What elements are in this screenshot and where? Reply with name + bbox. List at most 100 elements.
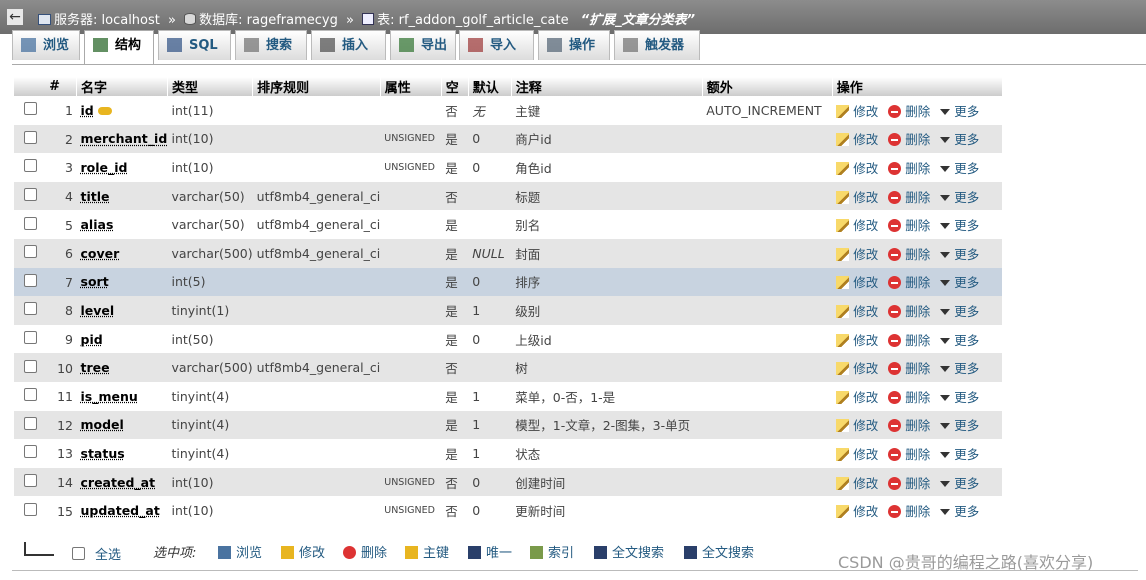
row-checkbox[interactable] [24, 216, 37, 230]
edit-button[interactable]: 修改 [836, 218, 878, 233]
delete-button[interactable]: 删除 [888, 504, 930, 519]
more-button[interactable]: 更多 [940, 161, 979, 176]
delete-button[interactable]: 删除 [888, 361, 930, 376]
table-row[interactable]: 11 is_menu tinyint(4) 是 1 菜单，0-否，1-是 修改 删除 更多 [14, 381, 1003, 411]
tab-import[interactable]: 导入 [459, 30, 534, 60]
edit-button[interactable]: 修改 [836, 104, 878, 119]
bulk-fulltext-button[interactable]: 全文搜索 [594, 542, 664, 561]
row-checkbox[interactable] [24, 445, 37, 459]
row-checkbox[interactable] [24, 359, 37, 373]
field-name[interactable]: role_id [81, 160, 128, 175]
more-button[interactable]: 更多 [940, 218, 979, 233]
field-name[interactable]: cover [81, 246, 120, 261]
table-row[interactable]: 2 merchant_id int(10) UNSIGNED 是 0 商户id 修改 删除 更多 [14, 124, 1003, 154]
select-all[interactable]: 全选 [72, 544, 121, 563]
row-checkbox[interactable] [24, 474, 37, 488]
more-button[interactable]: 更多 [940, 476, 979, 491]
table-row[interactable]: 3 role_id int(10) UNSIGNED 是 0 角色id 修改 删除 更多 [14, 153, 1003, 182]
more-button[interactable]: 更多 [940, 333, 979, 348]
delete-button[interactable]: 删除 [888, 132, 930, 147]
delete-button[interactable]: 删除 [888, 275, 930, 290]
tab-insert[interactable]: 插入 [311, 30, 386, 60]
more-button[interactable]: 更多 [940, 132, 979, 147]
field-name[interactable]: created_at [81, 475, 156, 490]
edit-button[interactable]: 修改 [836, 476, 878, 491]
bulk-unique-button[interactable]: 唯一 [468, 542, 512, 561]
select-all-label[interactable]: 全选 [95, 548, 121, 563]
row-checkbox[interactable] [24, 388, 37, 402]
more-button[interactable]: 更多 [940, 418, 979, 433]
delete-button[interactable]: 删除 [888, 161, 930, 176]
more-button[interactable]: 更多 [940, 275, 979, 290]
field-name[interactable]: tree [81, 360, 110, 375]
row-checkbox[interactable] [24, 159, 37, 173]
tab-export[interactable]: 导出 [390, 30, 456, 60]
edit-button[interactable]: 修改 [836, 447, 878, 462]
tab-structure[interactable]: 结构 [84, 30, 154, 64]
table-row[interactable]: 13 status tinyint(4) 是 1 状态 修改 删除 更多 [14, 439, 1003, 468]
edit-button[interactable]: 修改 [836, 275, 878, 290]
delete-button[interactable]: 删除 [888, 304, 930, 319]
table-row[interactable]: 14 created_at int(10) UNSIGNED 否 0 创建时间 修改 删除 更多 [14, 467, 1003, 497]
more-button[interactable]: 更多 [940, 247, 979, 262]
delete-button[interactable]: 删除 [888, 447, 930, 462]
row-checkbox[interactable] [24, 416, 37, 430]
edit-button[interactable]: 修改 [836, 190, 878, 205]
delete-button[interactable]: 删除 [888, 418, 930, 433]
bulk-key-button[interactable]: 主键 [405, 542, 449, 561]
table-row[interactable]: 7 sort int(5) 是 0 排序 修改 删除 更多 [14, 267, 1003, 297]
more-button[interactable]: 更多 [940, 104, 979, 119]
more-button[interactable]: 更多 [940, 304, 979, 319]
row-checkbox[interactable] [24, 188, 37, 202]
row-checkbox[interactable] [24, 302, 37, 316]
tab-sql[interactable]: SQL [158, 30, 231, 60]
more-button[interactable]: 更多 [940, 190, 979, 205]
breadcrumb-table[interactable]: 表: rf_addon_golf_article_cate [377, 13, 568, 28]
edit-button[interactable]: 修改 [836, 361, 878, 376]
breadcrumb-database[interactable]: 数据库: rageframecyg [199, 13, 338, 28]
field-name[interactable]: status [81, 446, 125, 461]
delete-button[interactable]: 删除 [888, 247, 930, 262]
row-checkbox[interactable] [24, 331, 37, 345]
delete-button[interactable]: 删除 [888, 333, 930, 348]
field-name[interactable]: level [81, 303, 115, 318]
row-checkbox[interactable] [24, 130, 37, 144]
table-row[interactable]: 12 model tinyint(4) 是 1 模型，1-文章，2-图集，3-单页 修改 删除… [14, 410, 1003, 440]
field-name[interactable]: model [81, 417, 124, 432]
field-name[interactable]: pid [81, 332, 103, 347]
field-name[interactable]: sort [81, 274, 109, 289]
edit-button[interactable]: 修改 [836, 504, 878, 519]
more-button[interactable]: 更多 [940, 361, 979, 376]
table-row[interactable]: 15 updated_at int(10) UNSIGNED 否 0 更新时间 修改 删除 更多 [14, 496, 1003, 525]
bulk-index-button[interactable]: 索引 [530, 542, 574, 561]
edit-button[interactable]: 修改 [836, 418, 878, 433]
delete-button[interactable]: 删除 [888, 390, 930, 405]
field-name[interactable]: alias [81, 217, 114, 232]
table-row[interactable]: 6 cover varchar(500) utf8mb4_general_ci 是 NUL… [14, 238, 1003, 268]
more-button[interactable]: 更多 [940, 504, 979, 519]
more-button[interactable]: 更多 [940, 390, 979, 405]
table-row[interactable]: 10 tree varchar(500) utf8mb4_general_ci 否 树 修改… [14, 353, 1003, 382]
delete-button[interactable]: 删除 [888, 218, 930, 233]
tab-browse[interactable]: 浏览 [12, 30, 80, 60]
field-name[interactable]: title [81, 189, 110, 204]
field-name[interactable]: updated_at [81, 503, 160, 518]
row-checkbox[interactable] [24, 502, 37, 516]
bulk-pencil-button[interactable]: 修改 [281, 542, 325, 561]
table-row[interactable]: 9 pid int(50) 是 0 上级id 修改 删除 更多 [14, 324, 1003, 354]
bulk-browse-button[interactable]: 浏览 [218, 542, 262, 561]
edit-button[interactable]: 修改 [836, 132, 878, 147]
edit-button[interactable]: 修改 [836, 247, 878, 262]
delete-button[interactable]: 删除 [888, 190, 930, 205]
bulk-fulltext-button[interactable]: 全文搜索 [684, 542, 754, 561]
edit-button[interactable]: 修改 [836, 161, 878, 176]
row-checkbox[interactable] [24, 245, 37, 259]
field-name[interactable]: merchant_id [81, 131, 168, 146]
table-row[interactable]: 1 id int(11) 否无主键 AUTO_INCREMENT 修改 删除 更多 [14, 96, 1003, 125]
delete-button[interactable]: 删除 [888, 476, 930, 491]
row-checkbox[interactable] [24, 273, 37, 287]
back-arrow-icon[interactable]: ← [7, 9, 23, 25]
tab-wrench[interactable]: 操作 [538, 30, 610, 60]
edit-button[interactable]: 修改 [836, 390, 878, 405]
row-checkbox[interactable] [24, 102, 37, 116]
